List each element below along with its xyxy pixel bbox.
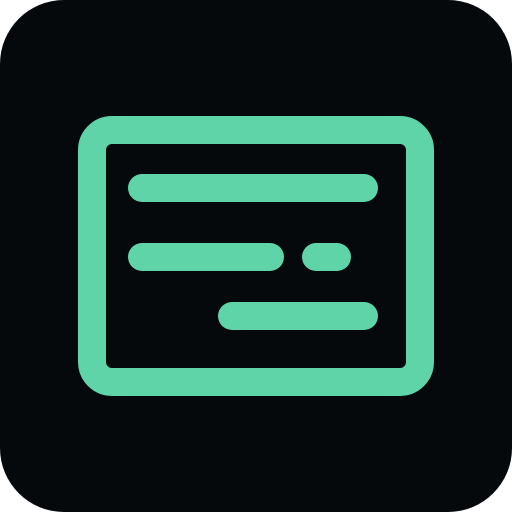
app-icon-tile	[0, 0, 512, 512]
subtitles-icon	[0, 0, 512, 512]
